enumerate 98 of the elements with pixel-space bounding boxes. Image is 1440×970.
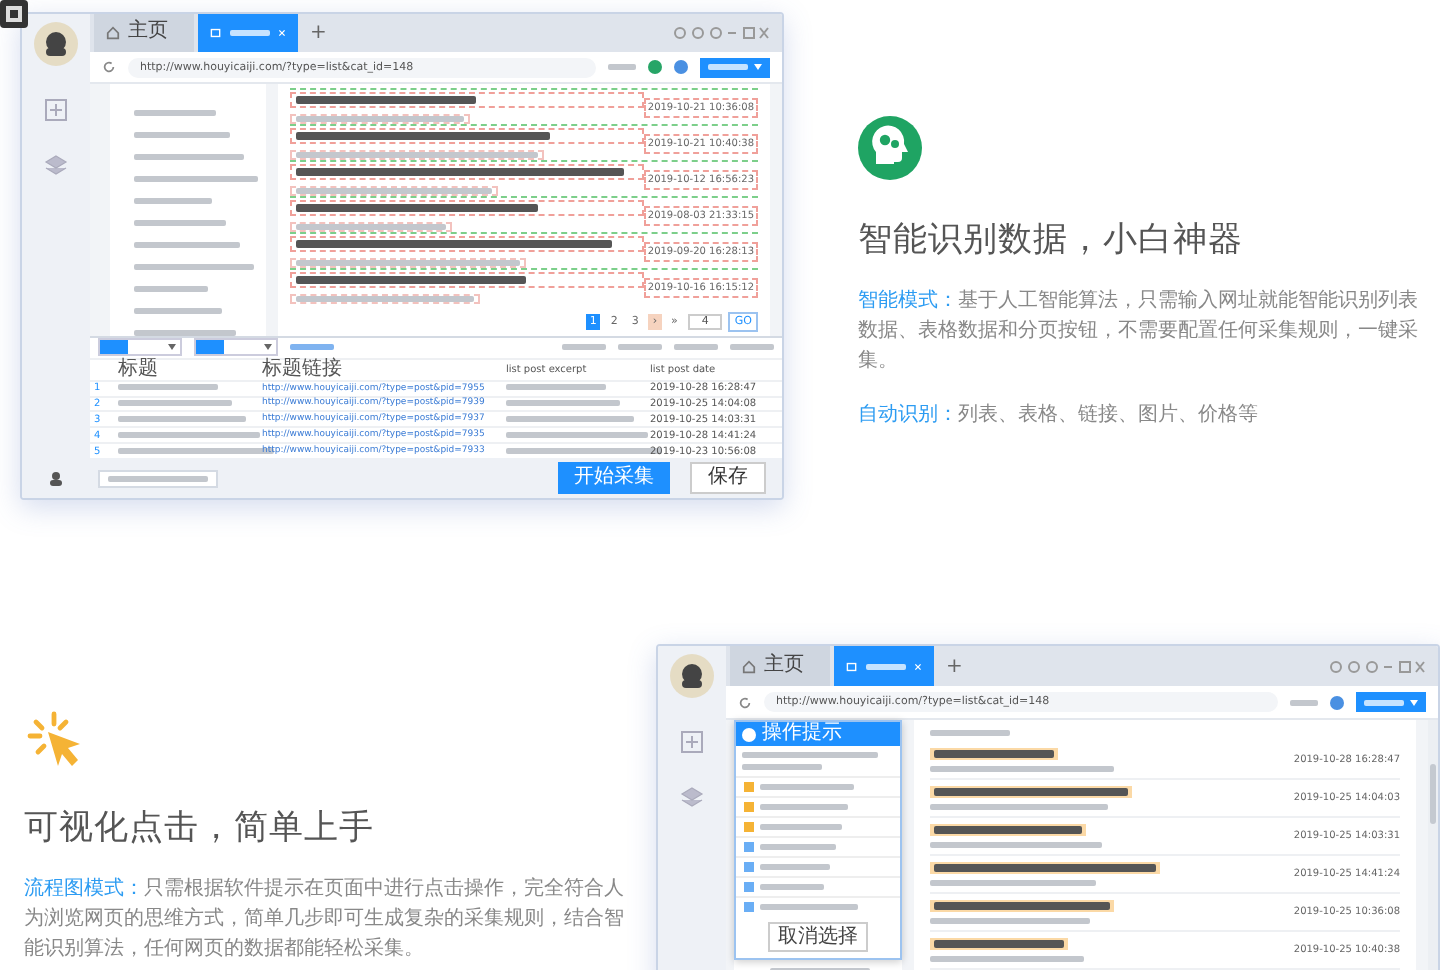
- layers-icon[interactable]: [680, 786, 704, 810]
- article-title[interactable]: [930, 786, 1132, 798]
- new-tab-button[interactable]: +: [302, 21, 335, 44]
- article-title[interactable]: [930, 862, 1160, 874]
- circle-icon[interactable]: [674, 60, 688, 75]
- caret-icon: [754, 64, 762, 71]
- page-icon: [210, 25, 222, 40]
- avatar-icon: [670, 654, 714, 698]
- feature-description: 自动识别：列表、表格、链接、图片、价格等: [858, 401, 1260, 430]
- mode-select[interactable]: [98, 338, 182, 357]
- popup-title: 操作提示: [762, 724, 842, 744]
- feature-title: 可视化点击，简单上手: [24, 806, 376, 850]
- layers-icon[interactable]: [44, 154, 68, 178]
- page-icon: [846, 659, 858, 673]
- toolbar-action[interactable]: [730, 344, 774, 351]
- toolbar-action[interactable]: [562, 344, 606, 351]
- head-gears-icon: [858, 116, 922, 180]
- article-title[interactable]: [290, 163, 644, 180]
- new-tab-button[interactable]: +: [938, 655, 971, 677]
- blurred-text[interactable]: [134, 286, 208, 293]
- blurred-text[interactable]: [134, 154, 244, 161]
- settings-link[interactable]: [290, 344, 334, 351]
- blurred-text: [118, 431, 260, 438]
- hint-option[interactable]: [736, 816, 900, 836]
- blurred-text: [118, 400, 232, 407]
- blurred-text: [742, 764, 822, 770]
- home-icon: [106, 25, 120, 40]
- article-title[interactable]: [290, 271, 644, 288]
- browser-tab[interactable]: 主页: [730, 646, 830, 686]
- collector-button[interactable]: [700, 57, 770, 78]
- hint-option[interactable]: [736, 876, 900, 896]
- blurred-text: [608, 64, 636, 71]
- blurred-text[interactable]: [134, 242, 240, 249]
- feature-description: 流程图模式：只需根据软件提示在页面中进行点击操作，完全符合人为浏览网页的思维方式，简单几步即可生成复杂的采集规则，结合智能识别算法，任何网页的数据都能轻松采集。: [24, 875, 626, 964]
- browser-tab[interactable]: [834, 646, 934, 686]
- article-title[interactable]: [930, 748, 1058, 760]
- column-header: 标题链接: [262, 359, 344, 380]
- feature-description: 智能模式：基于人工智能算法，只需输入网址就能智能识别列表数据、表格数据和分页按钮，不需要配置任何采集规则，一键采集。: [858, 287, 1418, 376]
- refresh-icon[interactable]: [738, 695, 752, 709]
- caret-icon: [1410, 699, 1418, 705]
- avatar-icon: [34, 22, 78, 66]
- blurred-text: [1290, 699, 1318, 705]
- hint-option[interactable]: [736, 776, 900, 796]
- caret-icon: [264, 344, 272, 351]
- blurred-text[interactable]: [134, 132, 230, 139]
- blurred-text: [506, 384, 606, 391]
- article-title[interactable]: [930, 824, 1086, 836]
- add-page-icon[interactable]: [44, 98, 68, 122]
- blurred-text[interactable]: [134, 264, 254, 271]
- add-page-icon[interactable]: [680, 730, 704, 754]
- blurred-text[interactable]: [134, 110, 216, 117]
- hint-option[interactable]: [736, 896, 900, 916]
- blurred-text: [506, 415, 634, 422]
- circle-icon[interactable]: [648, 60, 662, 75]
- toolbar-action[interactable]: [618, 344, 662, 351]
- save-button[interactable]: 保存: [690, 462, 766, 495]
- article-title[interactable]: [290, 235, 644, 252]
- browser-tab[interactable]: [198, 14, 298, 52]
- app-logo-icon: [0, 0, 28, 28]
- refresh-icon[interactable]: [102, 60, 116, 75]
- hint-option[interactable]: [736, 836, 900, 856]
- blurred-text[interactable]: [134, 176, 258, 183]
- browser-tab[interactable]: 主页: [94, 14, 194, 52]
- blurred-text: [742, 752, 878, 758]
- feature-title: 智能识别数据，小白神器: [858, 218, 1245, 262]
- task-tab[interactable]: [98, 469, 218, 488]
- hint-option[interactable]: [736, 856, 900, 876]
- close-icon[interactable]: [914, 661, 923, 671]
- cancel-button[interactable]: 取消选择: [768, 922, 868, 952]
- blurred-text: [118, 415, 246, 422]
- article-title[interactable]: [930, 938, 1068, 950]
- collector-button[interactable]: [1356, 692, 1426, 712]
- window-controls-icon[interactable]: [674, 25, 770, 40]
- blurred-text[interactable]: [134, 198, 212, 205]
- column-header: 标题: [118, 359, 160, 380]
- article-title[interactable]: [290, 127, 644, 144]
- toolbar-action[interactable]: [674, 344, 718, 351]
- blurred-text: [506, 431, 648, 438]
- circle-icon[interactable]: [1330, 695, 1344, 709]
- start-button[interactable]: 开始采集: [558, 462, 670, 495]
- user-icon[interactable]: [48, 470, 64, 486]
- article-title[interactable]: [290, 199, 644, 216]
- caret-icon: [168, 344, 176, 351]
- blurred-text: [865, 663, 907, 669]
- blurred-text: [506, 400, 620, 407]
- home-icon: [742, 659, 756, 673]
- hint-option[interactable]: [736, 796, 900, 816]
- blurred-text: [118, 384, 218, 391]
- result-select[interactable]: [194, 338, 278, 357]
- close-icon[interactable]: [278, 27, 287, 38]
- scrollbar[interactable]: [1428, 720, 1438, 970]
- article-title[interactable]: [290, 91, 644, 108]
- window-controls-icon[interactable]: [1330, 659, 1426, 673]
- article-title[interactable]: [930, 900, 1114, 912]
- blurred-text: [229, 29, 271, 36]
- blurred-text[interactable]: [134, 220, 226, 227]
- blurred-text[interactable]: [134, 308, 222, 315]
- info-icon: [742, 727, 756, 741]
